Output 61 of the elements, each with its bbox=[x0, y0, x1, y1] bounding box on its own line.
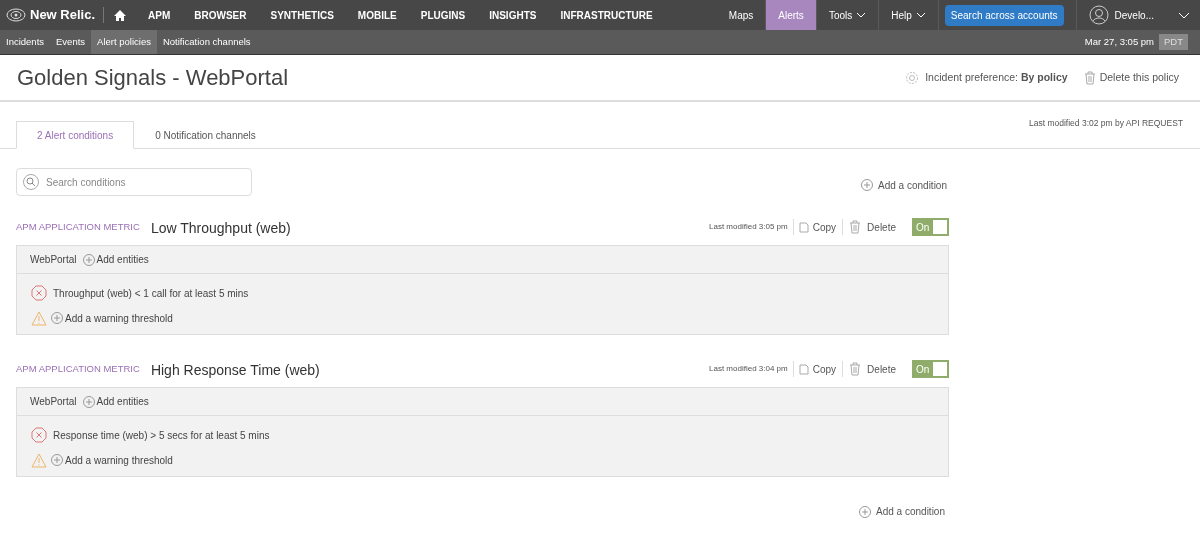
nav-link[interactable]: APM bbox=[136, 7, 183, 23]
condition-name: High Response Time (web) bbox=[150, 361, 320, 380]
nav-link[interactable]: INFRASTRUCTURE bbox=[548, 7, 665, 23]
page-title: Golden Signals - WebPortal bbox=[17, 64, 289, 92]
datetime: Mar 27, 3:05 pm bbox=[1084, 34, 1154, 49]
add-entities-link[interactable]: Add entities bbox=[82, 252, 149, 267]
subnav-link[interactable]: Incidents bbox=[0, 30, 51, 54]
plus-icon bbox=[859, 505, 872, 518]
nav-link[interactable]: INSIGHTS bbox=[477, 7, 549, 23]
plus-icon bbox=[82, 395, 95, 408]
plus-icon bbox=[82, 253, 95, 266]
timezone-badge: PDT bbox=[1159, 33, 1188, 51]
condition-type: APM APPLICATION METRIC bbox=[16, 219, 140, 234]
tab[interactable]: 0 Notification channels bbox=[134, 121, 277, 149]
add-warning-link[interactable]: Add a warning threshold bbox=[51, 310, 173, 326]
trash-icon bbox=[1083, 70, 1096, 85]
subnav-link[interactable]: Alert policies bbox=[91, 30, 157, 54]
nav-link[interactable]: MOBILE bbox=[345, 7, 409, 23]
critical-threshold: Response time (web) > 5 secs for at least 5 mins bbox=[53, 428, 270, 443]
add-condition-link[interactable]: Add a condition bbox=[861, 177, 947, 193]
add-entities-link[interactable]: Add entities bbox=[82, 394, 149, 409]
delete-link[interactable]: Delete bbox=[867, 361, 896, 377]
critical-icon bbox=[31, 427, 47, 443]
condition-modified: Last modified 3:04 pm bbox=[709, 363, 788, 375]
trash-icon bbox=[849, 220, 862, 234]
tab[interactable]: 2 Alert conditions bbox=[16, 121, 135, 149]
logo-text[interactable]: New Relic. bbox=[30, 5, 96, 25]
chevron-down-icon[interactable] bbox=[1178, 11, 1190, 19]
condition-modified: Last modified 3:05 pm bbox=[709, 221, 788, 233]
copy-link[interactable]: Copy bbox=[812, 219, 837, 235]
nav-link[interactable]: BROWSER bbox=[182, 7, 259, 23]
incident-preference[interactable]: Incident preference: By policy bbox=[925, 69, 1068, 86]
search-accounts-button[interactable]: Search across accounts bbox=[944, 4, 1064, 26]
logo-icon bbox=[6, 8, 26, 22]
critical-threshold: Throughput (web) < 1 call for at least 5 mins bbox=[53, 286, 249, 301]
search-icon bbox=[23, 174, 39, 190]
entity-name: WebPortal bbox=[30, 253, 77, 267]
subnav-link[interactable]: Events bbox=[50, 30, 92, 54]
user-name[interactable]: Develo... bbox=[1114, 7, 1154, 23]
condition-name: Low Throughput (web) bbox=[150, 219, 291, 238]
plus-icon bbox=[51, 454, 63, 466]
home-icon[interactable] bbox=[114, 9, 127, 21]
plus-icon bbox=[861, 179, 874, 191]
nav-link[interactable]: SYNTHETICS bbox=[258, 7, 346, 23]
delete-link[interactable]: Delete bbox=[867, 219, 896, 235]
add-warning-link[interactable]: Add a warning threshold bbox=[51, 452, 173, 468]
entity-name: WebPortal bbox=[30, 395, 77, 409]
warning-icon bbox=[31, 452, 47, 468]
warning-icon bbox=[31, 310, 47, 326]
avatar-icon[interactable] bbox=[1088, 5, 1109, 25]
plus-icon bbox=[51, 312, 63, 324]
add-condition-link[interactable]: Add a condition bbox=[859, 504, 945, 519]
subnav-link[interactable]: Notification channels bbox=[156, 30, 257, 54]
search-field[interactable]: Search conditions bbox=[16, 168, 252, 196]
copy-link[interactable]: Copy bbox=[812, 361, 837, 377]
delete-policy-link[interactable]: Delete this policy bbox=[1099, 69, 1179, 86]
trash-icon bbox=[849, 362, 862, 376]
nav-link[interactable]: PLUGINS bbox=[408, 7, 478, 23]
critical-icon bbox=[31, 285, 47, 301]
last-modified: Last modified 3:02 pm by API REQUEST bbox=[1029, 117, 1183, 130]
condition-type: APM APPLICATION METRIC bbox=[16, 361, 140, 376]
